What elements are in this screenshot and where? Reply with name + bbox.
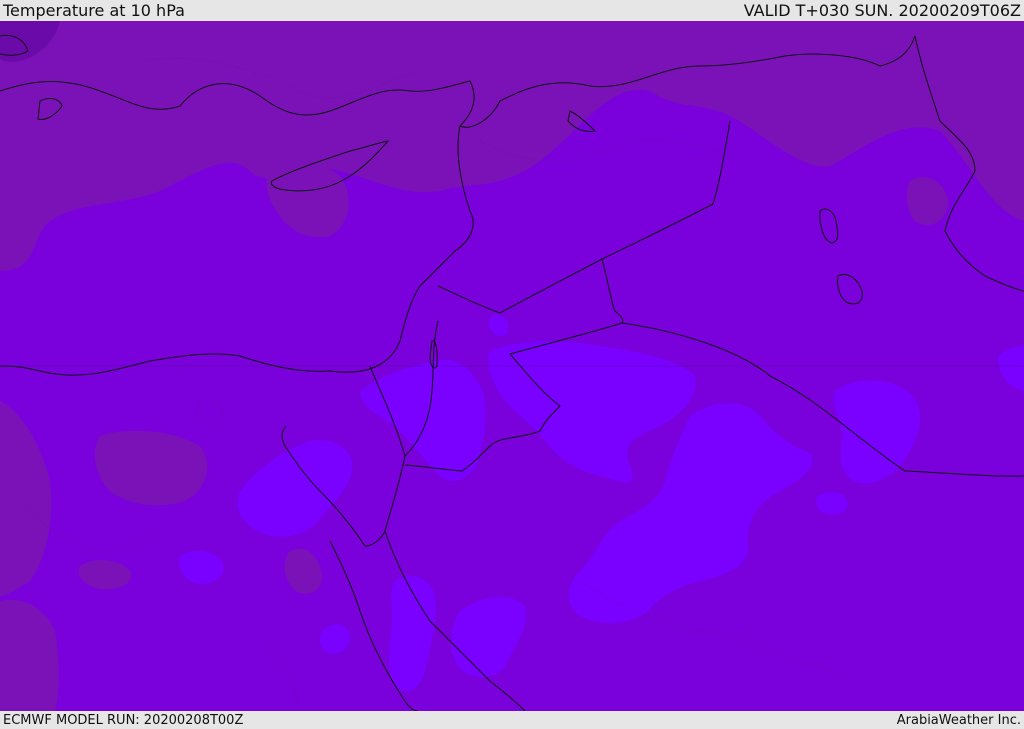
valid-time: VALID T+030 SUN. 20200209T06Z xyxy=(743,1,1021,20)
map-canvas xyxy=(0,21,1024,711)
header-bar: Temperature at 10 hPa VALID T+030 SUN. 2… xyxy=(0,0,1024,21)
temperature-map[interactable] xyxy=(0,21,1024,711)
map-title: Temperature at 10 hPa xyxy=(3,1,185,20)
credit: ArabiaWeather Inc. xyxy=(896,712,1021,728)
model-run: ECMWF MODEL RUN: 20200208T00Z xyxy=(3,712,244,728)
footer-bar: ECMWF MODEL RUN: 20200208T00Z ArabiaWeat… xyxy=(0,711,1024,729)
